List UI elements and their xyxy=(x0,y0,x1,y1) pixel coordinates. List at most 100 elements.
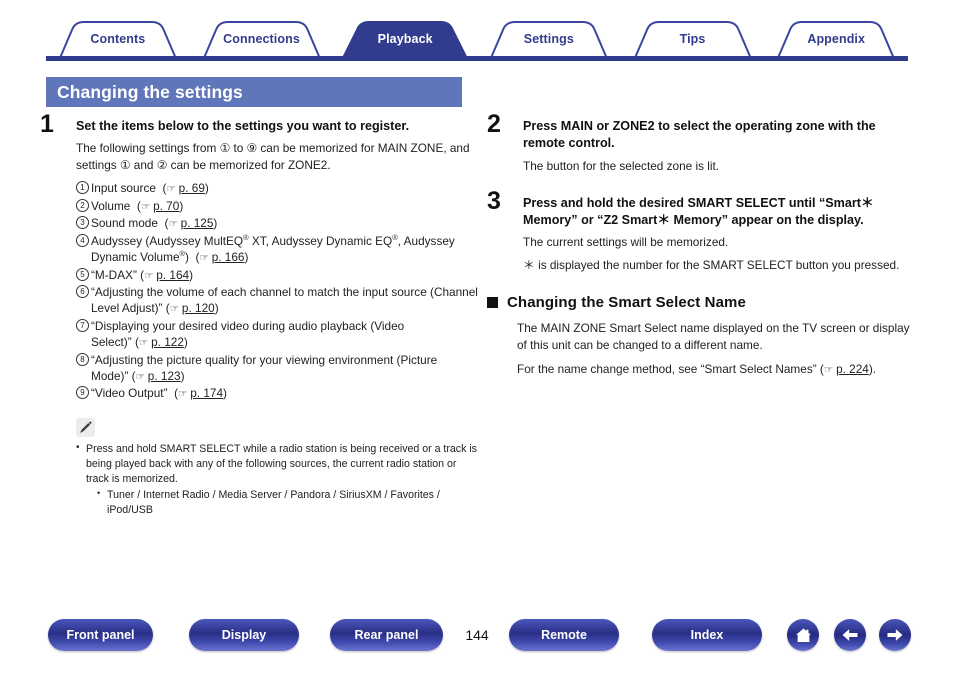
page-title: Changing the settings xyxy=(57,81,243,102)
page-reference[interactable]: (☞ p. 125) xyxy=(164,216,217,230)
back-button[interactable] xyxy=(834,619,866,651)
list-text: Audyssey (Audyssey MultEQ® XT, Audyssey … xyxy=(91,232,455,265)
remote-button[interactable]: Remote xyxy=(509,619,619,651)
ref-page: p. 174 xyxy=(190,386,224,401)
pointing-hand-icon: ☞ xyxy=(178,388,187,401)
list-text: Input source xyxy=(91,181,156,196)
step-number: 2 xyxy=(487,110,501,138)
ref-suffix: ) xyxy=(223,386,227,401)
index-button[interactable]: Index xyxy=(652,619,762,651)
tab-shape xyxy=(58,21,177,58)
list-item: 1 Input source (☞ p. 69) xyxy=(76,180,480,196)
tab-shape xyxy=(777,21,896,58)
note-list: Press and hold SMART SELECT while a radi… xyxy=(76,441,480,518)
ref-page: p. 125 xyxy=(180,216,214,231)
step-number: 3 xyxy=(487,186,501,215)
page-reference[interactable]: (☞ p. 122) xyxy=(135,335,188,349)
tab-settings[interactable]: Settings xyxy=(477,20,621,58)
tab-appendix[interactable]: Appendix xyxy=(764,20,908,58)
page-reference[interactable]: (☞ p. 164) xyxy=(140,268,193,282)
pointing-hand-icon: ☞ xyxy=(135,370,145,383)
subsection-body: The MAIN ZONE Smart Select name displaye… xyxy=(487,320,917,378)
page-reference[interactable]: (☞ p. 123) xyxy=(132,369,185,383)
right-column: 2 Press MAIN or ZONE2 to select the oper… xyxy=(487,112,917,379)
list-item: 4 Audyssey (Audyssey MultEQ® XT, Audyssey… xyxy=(76,233,480,266)
list-number: 1 xyxy=(76,181,89,195)
page-reference[interactable]: (☞ p. 166) xyxy=(196,250,249,264)
list-text: Sound mode xyxy=(91,216,158,231)
step-heading: Press MAIN or ZONE2 to select the operat… xyxy=(523,119,876,151)
home-icon xyxy=(795,628,811,642)
next-button[interactable] xyxy=(879,619,911,651)
front-panel-button[interactable]: Front panel xyxy=(48,619,153,651)
step-2: 2 Press MAIN or ZONE2 to select the oper… xyxy=(487,112,917,175)
ref-page: p. 120 xyxy=(181,301,215,316)
pointing-hand-icon: ☞ xyxy=(144,269,154,282)
step-body: The following settings from ① to ⑨ can b… xyxy=(76,140,480,174)
display-button[interactable]: Display xyxy=(189,619,299,651)
tab-shape xyxy=(342,21,469,58)
button-label: Index xyxy=(690,628,724,642)
tab-shape xyxy=(202,21,321,58)
page-reference[interactable]: (☞ p. 174) xyxy=(174,386,227,400)
list-number: 8 xyxy=(76,352,89,366)
note-sublist: Tuner / Internet Radio / Media Server / … xyxy=(86,487,480,518)
pointing-hand-icon: ☞ xyxy=(138,337,148,350)
list-number: 2 xyxy=(76,198,89,212)
step-heading: Set the items below to the settings you … xyxy=(76,119,410,133)
list-number: 7 xyxy=(76,318,89,332)
page-reference[interactable]: (☞ p. 70) xyxy=(137,199,183,213)
subsection-title: Changing the Smart Select Name xyxy=(507,294,746,312)
pointing-hand-icon: ☞ xyxy=(199,252,209,265)
tab-shape xyxy=(633,21,752,58)
subsection-paragraph-2: For the name change method, see “Smart S… xyxy=(517,361,917,378)
note-text: Press and hold SMART SELECT while a radi… xyxy=(86,442,477,485)
arrow-right-icon xyxy=(887,629,903,641)
page-reference[interactable]: (☞ p. 120) xyxy=(166,301,219,315)
ref-page: p. 69 xyxy=(178,181,205,196)
step-number: 1 xyxy=(40,110,54,138)
list-number: 6 xyxy=(76,285,89,299)
pencil-glyph xyxy=(80,421,92,433)
list-number: 3 xyxy=(76,216,89,230)
note-block: Press and hold SMART SELECT while a radi… xyxy=(40,417,480,518)
page-reference[interactable]: (☞ p. 69) xyxy=(163,181,209,195)
rear-panel-button[interactable]: Rear panel xyxy=(330,619,443,651)
subsection-paragraph-2-pre: For the name change method, see “Smart S… xyxy=(517,362,824,377)
pointing-hand-icon: ☞ xyxy=(140,200,150,213)
settings-list: 1 Input source (☞ p. 69) 2 Volume (☞ p. 70… xyxy=(76,180,480,401)
ref-page: p. 224 xyxy=(836,362,869,377)
pencil-icon xyxy=(76,417,95,437)
top-tab-bar: Contents Connections Playback Settings T xyxy=(46,20,908,62)
pointing-hand-icon: ☞ xyxy=(823,364,833,377)
step-heading: Press and hold the desired SMART SELECT … xyxy=(523,195,874,227)
footer-bar: Front panel Display Rear panel 144 Remot… xyxy=(0,612,954,673)
list-text: “M-DAX” xyxy=(91,267,137,282)
tab-tips[interactable]: Tips xyxy=(621,20,765,58)
pointing-hand-icon: ☞ xyxy=(169,303,179,316)
step-paragraph: The button for the selected zone is lit. xyxy=(523,158,720,173)
square-bullet-icon xyxy=(487,297,498,309)
step-1: 1 Set the items below to the settings yo… xyxy=(40,112,480,402)
button-label: Front panel xyxy=(66,628,135,642)
step-paragraph: The following settings from ① to ⑨ can b… xyxy=(76,141,470,173)
note-subitem: Tuner / Internet Radio / Media Server / … xyxy=(97,487,480,518)
list-item: 9 “Video Output” (☞ p. 174) xyxy=(76,385,480,401)
tab-connections[interactable]: Connections xyxy=(190,20,334,58)
page-reference[interactable]: ☞ p. 224 xyxy=(824,362,869,376)
list-number: 5 xyxy=(76,267,89,281)
list-item: 3 Sound mode (☞ p. 125) xyxy=(76,215,480,231)
list-text: “Video Output” xyxy=(91,386,168,401)
list-text: “Adjusting the volume of each channel to… xyxy=(91,285,478,316)
list-item: 2 Volume (☞ p. 70) xyxy=(76,198,480,214)
tab-playback[interactable]: Playback xyxy=(333,20,477,58)
home-button[interactable] xyxy=(787,619,819,651)
button-label: Rear panel xyxy=(354,628,419,642)
tab-contents[interactable]: Contents xyxy=(46,20,190,58)
ref-page: p. 70 xyxy=(153,198,180,213)
ref-suffix: ) xyxy=(244,250,249,265)
subsection-paragraph-1: The MAIN ZONE Smart Select name displaye… xyxy=(517,321,910,353)
step-paragraph: The current settings will be memorized. xyxy=(523,235,729,250)
note-item: Press and hold SMART SELECT while a radi… xyxy=(76,441,480,518)
step-body: The current settings will be memorized. … xyxy=(523,234,917,274)
